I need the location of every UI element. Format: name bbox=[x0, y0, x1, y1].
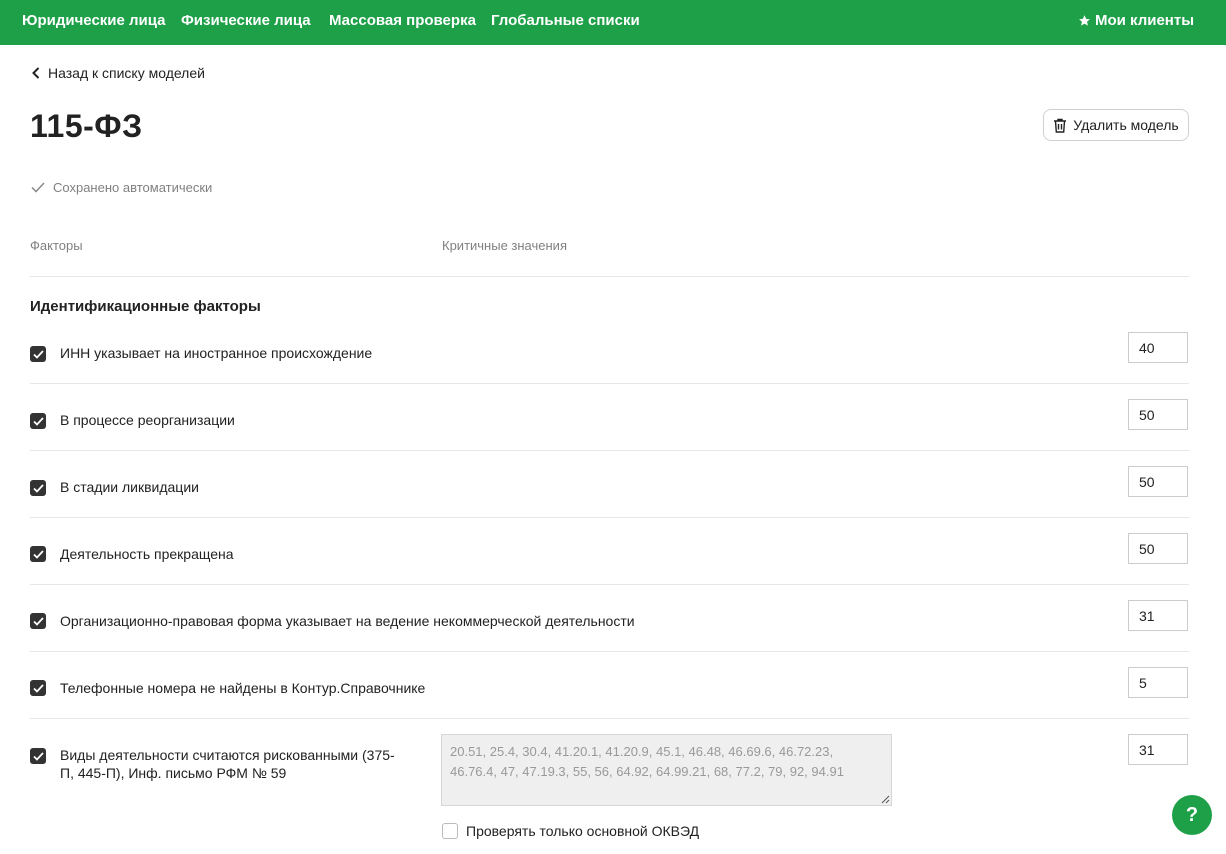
factor-checkbox[interactable] bbox=[30, 748, 46, 764]
factor-row: ИНН указывает на иностранное происхожден… bbox=[30, 330, 1189, 384]
my-clients-link[interactable]: Мои клиенты bbox=[1078, 12, 1194, 29]
nav-individuals[interactable]: Физические лица bbox=[181, 12, 311, 29]
critical-value-input[interactable] bbox=[1128, 600, 1188, 631]
page-title: 115-ФЗ bbox=[30, 108, 143, 144]
check-icon bbox=[32, 616, 44, 626]
okved-main-only-label: Проверять только основной ОКВЭД bbox=[466, 823, 700, 839]
header-divider bbox=[30, 276, 1189, 277]
factor-checkbox[interactable] bbox=[30, 546, 46, 562]
factor-label: Организационно-правовая форма указывает … bbox=[60, 613, 635, 629]
factor-label: В процессе реорганизации bbox=[60, 412, 235, 428]
factor-row: Организационно-правовая форма указывает … bbox=[30, 585, 1189, 652]
factor-row: Телефонные номера не найдены в Контур.Сп… bbox=[30, 652, 1189, 719]
autosave-label: Сохранено автоматически bbox=[53, 180, 213, 195]
factor-label: В стадии ликвидации bbox=[60, 479, 199, 495]
back-to-models-link[interactable]: Назад к списку моделей bbox=[32, 65, 205, 81]
factor-checkbox[interactable] bbox=[30, 413, 46, 429]
column-header-factors: Факторы bbox=[30, 238, 83, 253]
critical-value-input[interactable] bbox=[1128, 533, 1188, 564]
check-icon bbox=[32, 549, 44, 559]
critical-value-input[interactable] bbox=[1128, 466, 1188, 497]
factor-row: Деятельность прекращена bbox=[30, 518, 1189, 585]
critical-value-input[interactable] bbox=[1128, 734, 1188, 765]
critical-value-input[interactable] bbox=[1128, 667, 1188, 698]
factor-label: ИНН указывает на иностранное происхожден… bbox=[60, 345, 373, 361]
check-icon bbox=[32, 349, 44, 359]
check-icon bbox=[32, 416, 44, 426]
help-icon: ? bbox=[1185, 803, 1199, 826]
back-link-label: Назад к списку моделей bbox=[48, 65, 205, 81]
factor-checkbox[interactable] bbox=[30, 346, 46, 362]
autosave-status: Сохранено автоматически bbox=[31, 180, 212, 195]
section-title: Идентификационные факторы bbox=[30, 298, 261, 315]
okved-codes-textarea[interactable]: 20.51, 25.4, 30.4, 41.20.1, 41.20.9, 45.… bbox=[441, 734, 892, 806]
delete-model-button[interactable]: Удалить модель bbox=[1043, 109, 1189, 141]
checkmark-icon bbox=[31, 182, 45, 193]
check-icon bbox=[32, 751, 44, 761]
nav-mass-check[interactable]: Массовая проверка bbox=[329, 12, 476, 29]
my-clients-label: Мои клиенты bbox=[1094, 12, 1194, 29]
chevron-left-icon bbox=[32, 67, 40, 79]
checkbox-box[interactable] bbox=[442, 823, 458, 839]
factor-row: В процессе реорганизации bbox=[30, 384, 1189, 451]
trash-icon bbox=[1054, 118, 1067, 133]
factor-checkbox[interactable] bbox=[30, 680, 46, 696]
nav-legal-entities[interactable]: Юридические лица bbox=[22, 12, 166, 29]
star-icon bbox=[1079, 15, 1090, 26]
resize-grip-icon[interactable] bbox=[880, 794, 890, 804]
check-icon bbox=[32, 683, 44, 693]
delete-model-label: Удалить модель bbox=[1073, 117, 1179, 133]
factor-label: Телефонные номера не найдены в Контур.Сп… bbox=[60, 680, 426, 696]
critical-value-input[interactable] bbox=[1128, 332, 1188, 363]
top-navigation: Юридические лица Физические лица Массова… bbox=[0, 0, 1226, 45]
check-icon bbox=[32, 483, 44, 493]
critical-value-input[interactable] bbox=[1128, 399, 1188, 430]
factor-label: Деятельность прекращена bbox=[60, 546, 234, 562]
okved-main-only-checkbox[interactable]: Проверять только основной ОКВЭД bbox=[442, 823, 699, 839]
help-button[interactable]: ? bbox=[1172, 795, 1212, 835]
nav-global-lists[interactable]: Глобальные списки bbox=[491, 12, 640, 29]
factor-checkbox[interactable] bbox=[30, 613, 46, 629]
factor-row: В стадии ликвидации bbox=[30, 451, 1189, 518]
factor-checkbox[interactable] bbox=[30, 480, 46, 496]
factor-label: Виды деятельности считаются рискованными… bbox=[60, 747, 395, 781]
column-header-critical-values: Критичные значения bbox=[442, 238, 567, 253]
